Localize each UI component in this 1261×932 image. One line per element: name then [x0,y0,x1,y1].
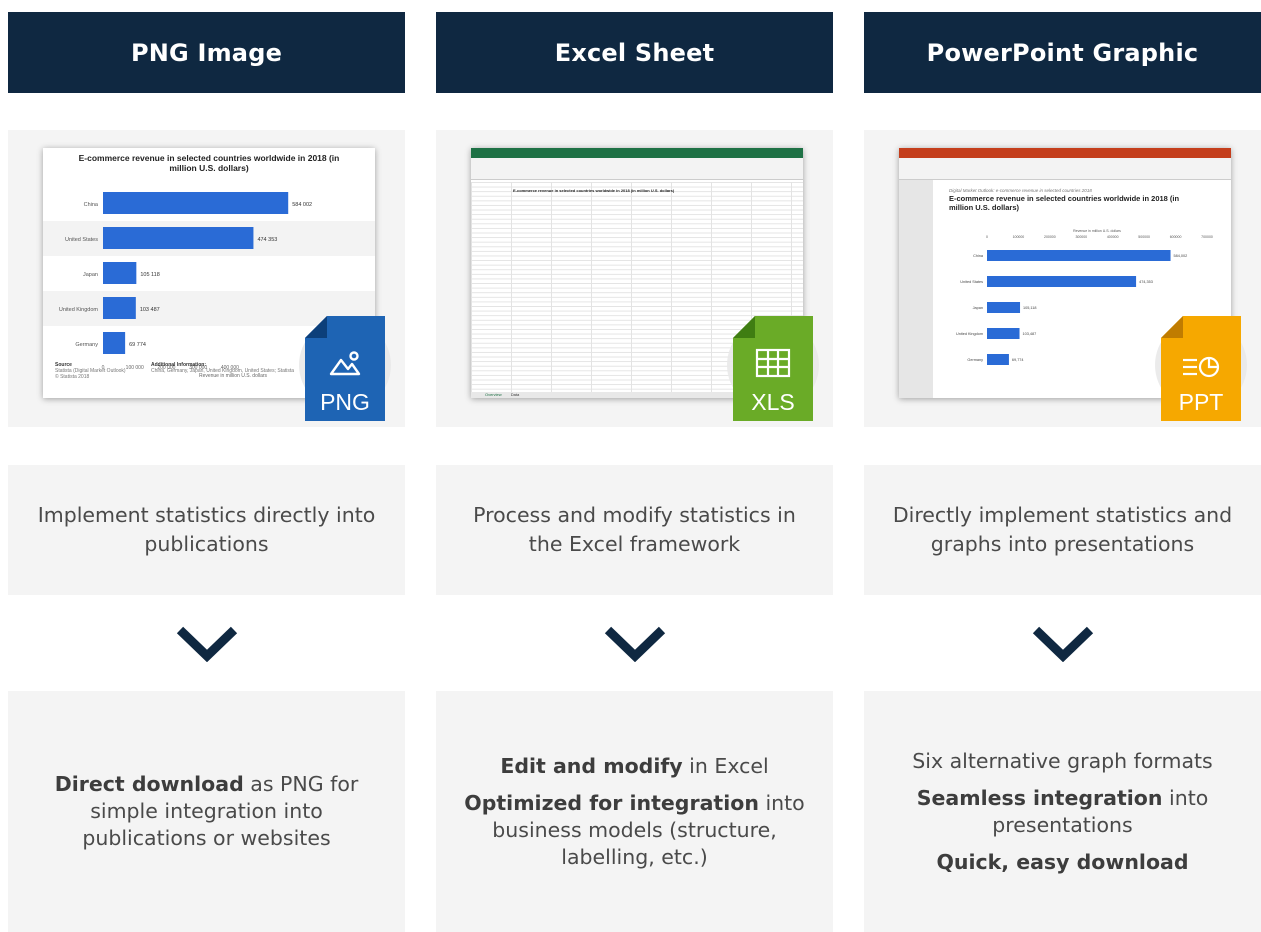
column-title: Excel Sheet [436,12,833,93]
value-label: 103,487 [1023,332,1037,336]
tick-label: 600000 [1170,235,1182,239]
value-label: 69 774 [129,342,146,348]
value-label: 105 118 [140,272,159,278]
value-label: 103 487 [140,307,160,313]
png-file-icon: PNG [305,316,385,421]
feature-item: Optimized for integration into business … [460,790,809,871]
feature-text: Six alternative graph formats [912,748,1213,773]
bar [103,262,137,284]
category-label: United States [65,237,98,243]
ppt-preview[interactable]: Digital Market Outlook: e-commerce reven… [864,130,1261,427]
tick-label: 700000 [1201,235,1213,239]
xls-preview[interactable]: E-commerce revenue in selected countries… [436,130,833,427]
bar [987,276,1137,287]
xls-file-icon: XLS [733,316,813,421]
column-title: PNG Image [8,12,405,93]
category-label: United States [960,280,983,284]
bar [103,227,254,249]
feature-item: Seamless integration into presentations [888,785,1237,839]
feature-bold: Quick, easy download [936,849,1189,874]
column-title: PowerPoint Graphic [864,12,1261,93]
category-label: United Kingdom [59,307,99,313]
tick-label: 300000 [1075,235,1087,239]
category-label: Japan [973,306,983,310]
feature-list: Direct download as PNG for simple integr… [8,691,405,932]
category-label: China [84,202,99,208]
ppt-title: E-commerce revenue in selected countries… [949,194,1180,212]
ppt-ribbon [899,158,1231,180]
feature-item: Six alternative graph formats [912,748,1212,775]
ppt-slide-panel [899,180,933,398]
value-label: 584,002 [1174,254,1188,258]
value-label: 69,774 [1012,358,1024,362]
category-label: Germany [967,358,983,362]
column-png: PNG Image E-commerce revenue in selected… [8,12,405,932]
category-label: United Kingdom [956,332,983,336]
value-label: 105,118 [1023,306,1036,310]
tick-label: 400000 [1107,235,1119,239]
tick-label: 500000 [1138,235,1150,239]
bar [103,332,126,354]
tick-label: 100000 [1013,235,1025,239]
ppt-file-icon: PPT [1161,316,1241,421]
feature-text: in Excel [682,753,769,778]
feature-bold: Edit and modify [500,753,683,778]
tick-label: 200000 [1044,235,1056,239]
bar [987,328,1020,339]
ppt-subtitle: Digital Market Outlook: e-commerce reven… [949,188,1092,193]
chevron-down-icon [1032,626,1094,662]
column-xls: Excel Sheet E-commerce revenue in select… [436,12,833,932]
feature-bold: Seamless integration [916,785,1163,810]
category-label: Germany [75,342,98,348]
excel-ribbon [471,158,803,180]
ppt-titlebar [899,148,1231,158]
png-preview[interactable]: E-commerce revenue in selected countries… [8,130,405,427]
chart-title: E-commerce revenue in selected countries… [78,153,340,173]
bar [103,192,289,214]
ppt-badge-label: PPT [1179,389,1224,415]
value-label: 474 353 [257,237,277,243]
chevron-down-icon [604,626,666,662]
value-label: 474,353 [1139,280,1153,284]
axis-title: Revenue in million U.S. dollars [1073,229,1121,233]
feature-list: Six alternative graph formats Seamless i… [864,691,1261,932]
bar [987,250,1171,261]
column-description: Directly implement statistics and graphs… [864,465,1261,595]
feature-bold: Optimized for integration [464,790,759,815]
excel-titlebar [471,148,803,158]
feature-list: Edit and modify in Excel Optimized for i… [436,691,833,932]
column-description: Process and modify statistics in the Exc… [436,465,833,595]
column-description: Implement statistics directly into publi… [8,465,405,595]
bar [987,302,1021,313]
category-label: China [973,254,984,258]
value-label: 584 002 [292,202,312,208]
png-badge-label: PNG [320,389,370,415]
chevron-down-icon [176,626,238,662]
bar [103,297,136,319]
category-label: Japan [83,272,98,278]
bar [987,354,1009,365]
sheet-tab[interactable]: Overview [485,392,502,397]
column-ppt: PowerPoint Graphic Digital Market Outloo… [864,12,1261,932]
copyright: © Statista 2018 [55,374,90,380]
feature-item: Quick, easy download [936,849,1188,876]
feature-item: Edit and modify in Excel [500,753,768,780]
sheet-tab[interactable]: Data [511,392,519,397]
xls-badge-label: XLS [751,389,794,415]
feature-item: Direct download as PNG for simple integr… [32,771,381,852]
source-block: Source Statista (Digital Market Outlook)… [55,362,126,380]
excel-sheet-title: E-commerce revenue in selected countries… [513,188,675,193]
feature-bold: Direct download [54,772,244,796]
tick-label: 0 [986,235,988,239]
tick-label: 100 000 [126,365,144,371]
